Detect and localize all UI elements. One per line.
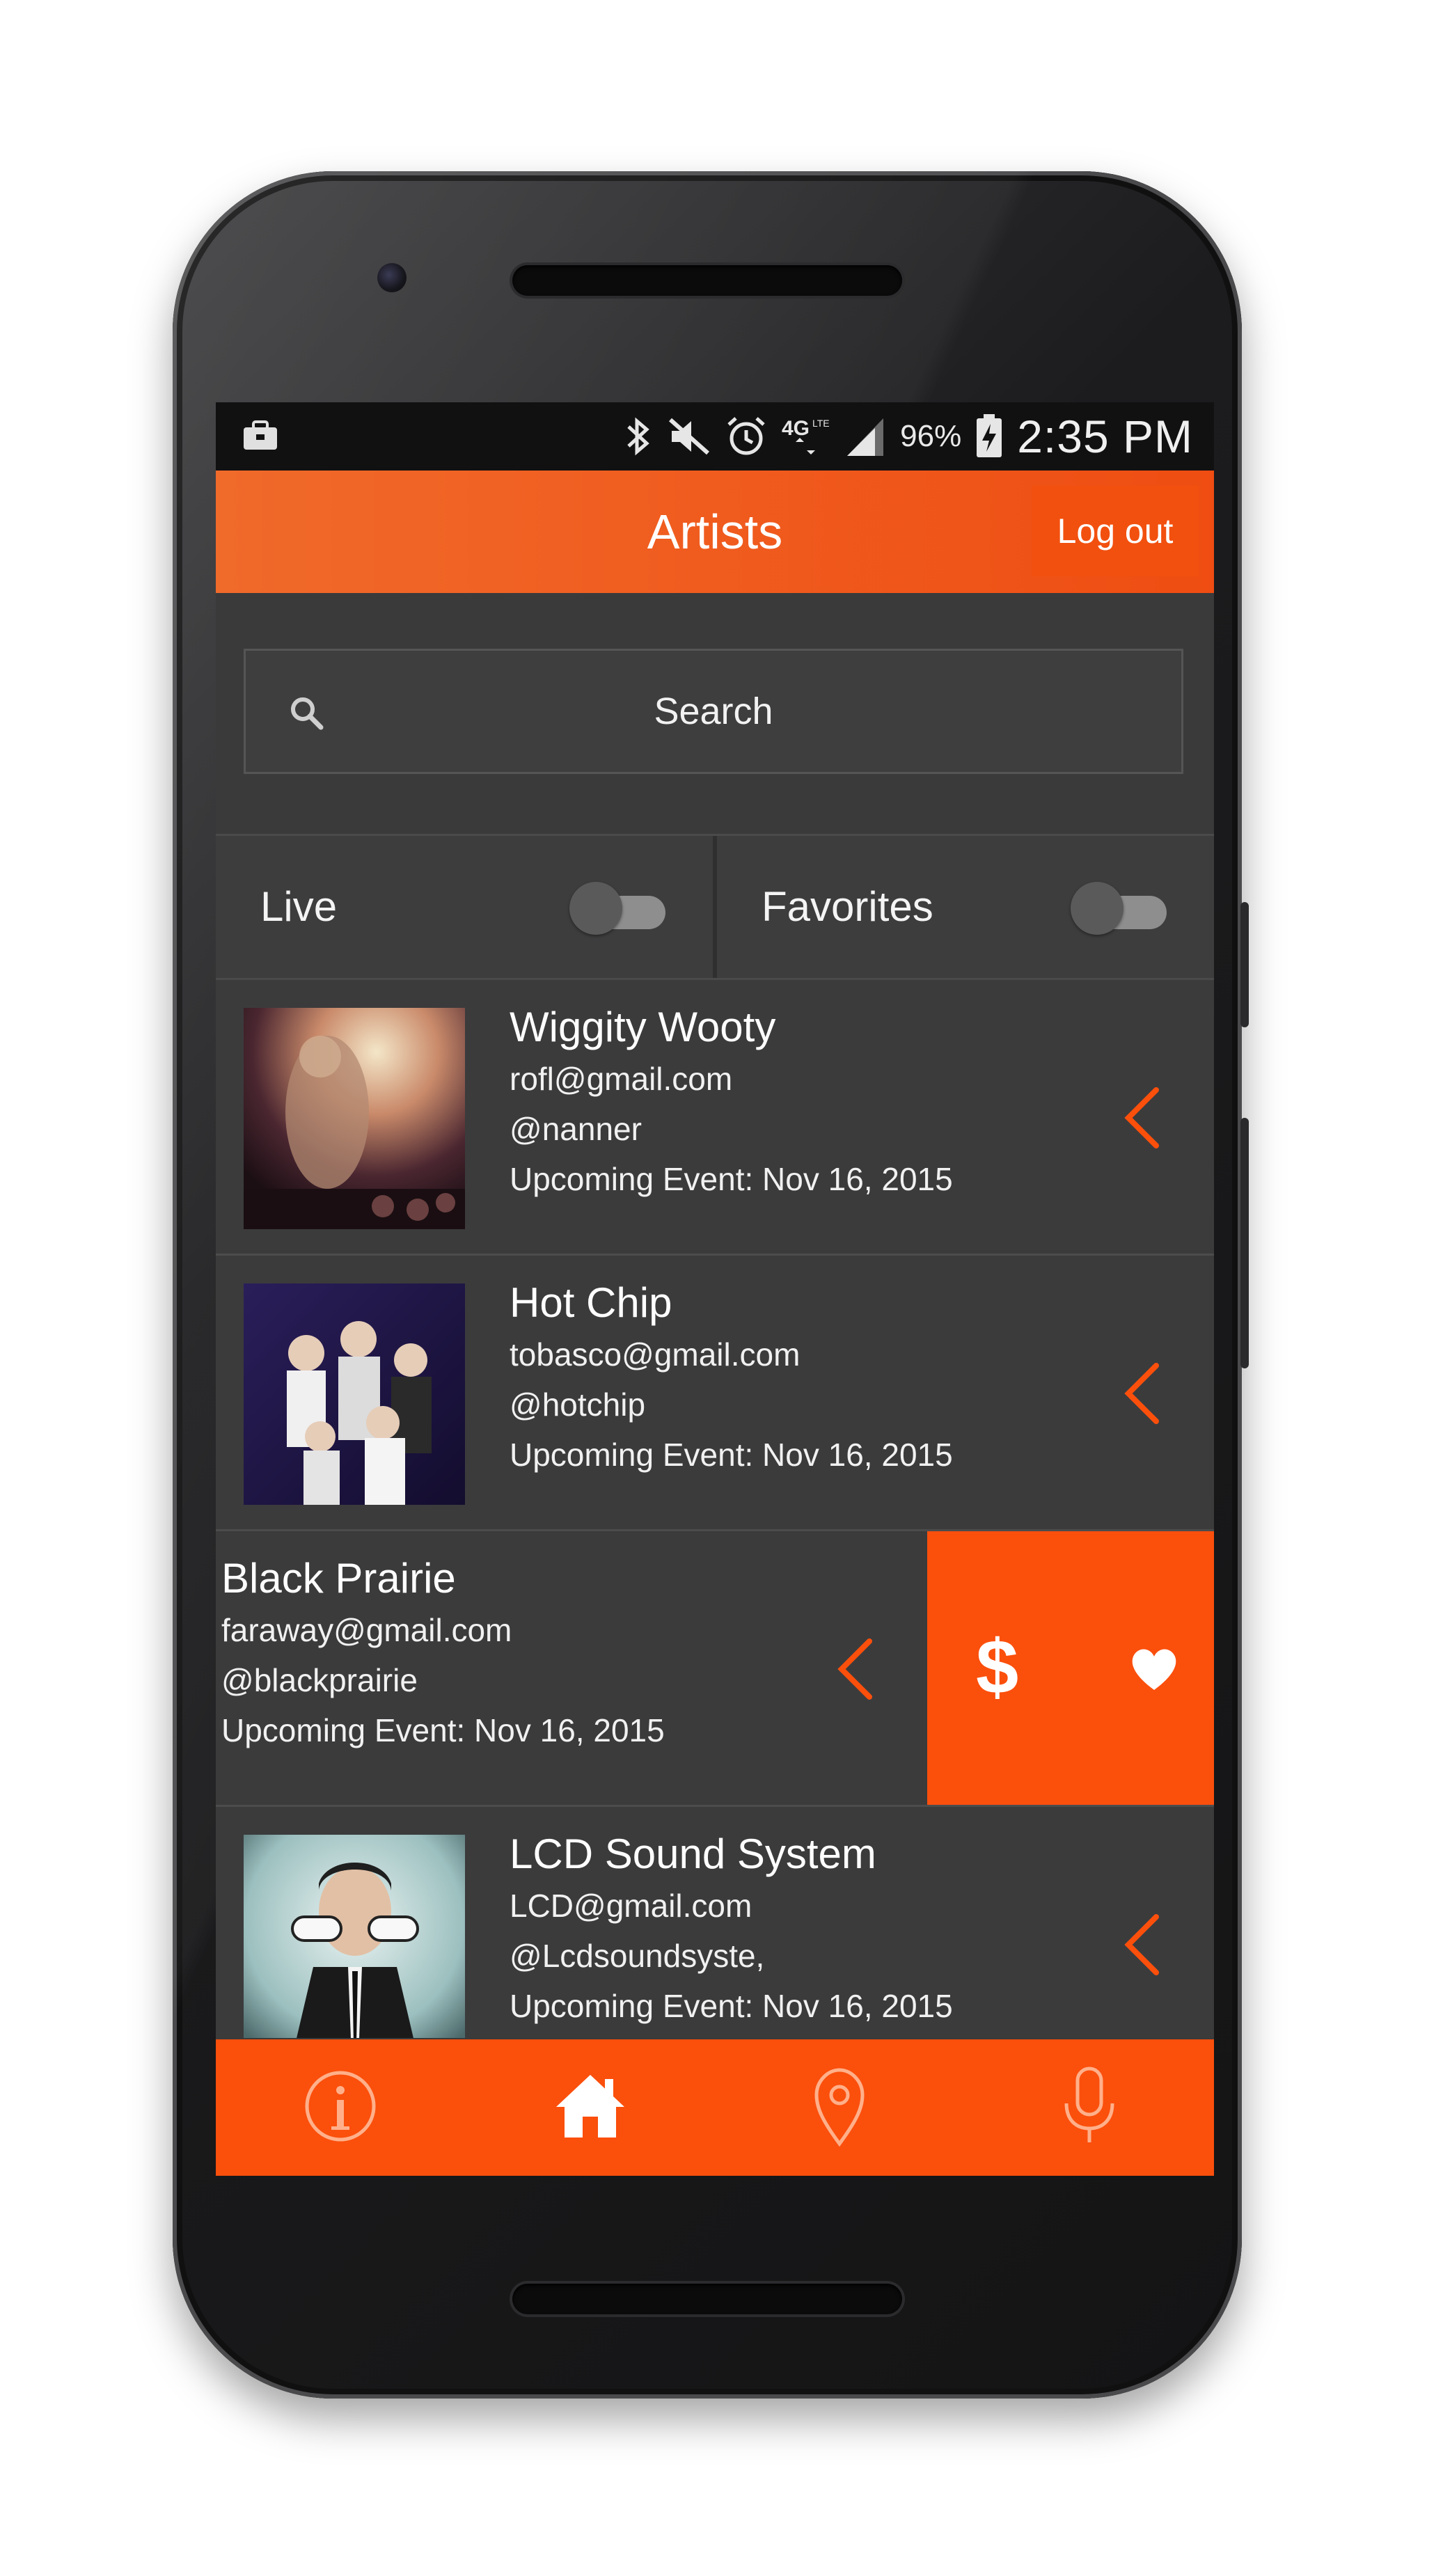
artist-name: Hot Chip <box>510 1279 672 1326</box>
artist-photo <box>244 1008 465 1229</box>
artist-row-swiped[interactable]: Black Prairie faraway@gmail.com @blackpr… <box>216 1531 1214 1807</box>
chevron-left-icon[interactable] <box>831 1634 880 1704</box>
nav-info[interactable] <box>216 2039 466 2176</box>
live-toggle[interactable] <box>569 882 667 935</box>
artist-handle: @blackprairie <box>221 1662 418 1698</box>
svg-text:4G: 4G <box>782 417 810 440</box>
artist-row[interactable]: LCD Sound System LCD@gmail.com @Lcdsound… <box>216 1807 1214 2038</box>
bottom-speaker <box>512 2284 902 2314</box>
row-actions: $ <box>927 1531 1214 1805</box>
artist-handle: @Lcdsoundsyste, <box>510 1938 765 1974</box>
chevron-left-icon[interactable] <box>1118 1910 1167 1980</box>
artist-event: Upcoming Event: Nov 16, 2015 <box>510 1437 953 1473</box>
live-toggle-knob <box>569 882 622 935</box>
status-bar: 4G LTE 96% 2:35 PM <box>216 402 1214 471</box>
artist-name: LCD Sound System <box>510 1831 876 1877</box>
artist-email: LCD@gmail.com <box>510 1888 752 1924</box>
app-screen: 4G LTE 96% 2:35 PM Artists Log out Searc… <box>216 402 1214 2176</box>
search-placeholder: Search <box>654 690 773 732</box>
info-icon <box>302 2068 379 2148</box>
svg-text:LTE: LTE <box>812 418 830 429</box>
artist-photo <box>244 1283 465 1505</box>
signal-icon <box>844 416 886 457</box>
network-4g-icon: 4G LTE <box>782 414 830 459</box>
logout-button[interactable]: Log out <box>1032 486 1199 576</box>
volume-button <box>1240 1118 1249 1368</box>
artist-email: rofl@gmail.com <box>510 1061 733 1097</box>
home-icon <box>552 2068 629 2148</box>
artist-event: Upcoming Event: Nov 16, 2015 <box>510 1988 953 2024</box>
artist-event: Upcoming Event: Nov 16, 2015 <box>510 1161 953 1197</box>
favorites-label: Favorites <box>762 883 933 930</box>
microphone-icon <box>1051 2064 1128 2151</box>
clock: 2:35 PM <box>1017 411 1193 462</box>
favorites-toggle-knob <box>1071 882 1123 935</box>
filter-bar: Live Favorites <box>216 834 1214 980</box>
battery-percent: 96% <box>900 419 962 453</box>
artist-list: Wiggity Wooty rofl@gmail.com @nanner Upc… <box>216 980 1214 2038</box>
artist-row[interactable]: Hot Chip tobasco@gmail.com @hotchip Upco… <box>216 1256 1214 1531</box>
top-speaker <box>512 265 902 296</box>
artist-handle: @hotchip <box>510 1386 646 1423</box>
tip-button[interactable]: $ <box>966 1598 1105 1737</box>
alarm-icon <box>725 415 768 458</box>
artist-name: Black Prairie <box>221 1555 456 1602</box>
heart-icon[interactable] <box>1119 1633 1189 1702</box>
artist-name: Wiggity Wooty <box>510 1004 776 1050</box>
artist-email: faraway@gmail.com <box>221 1612 512 1648</box>
artist-handle: @nanner <box>510 1111 642 1147</box>
chevron-left-icon[interactable] <box>1118 1083 1167 1153</box>
map-pin-icon <box>801 2064 878 2151</box>
power-button <box>1240 902 1249 1027</box>
search-input[interactable]: Search <box>244 649 1183 774</box>
live-filter: Live <box>216 836 713 978</box>
bottom-nav <box>216 2039 1214 2176</box>
artist-photo <box>244 1835 465 2038</box>
app-header: Artists Log out <box>216 471 1214 593</box>
battery-charging-icon <box>975 414 1003 459</box>
chevron-left-icon[interactable] <box>1118 1359 1167 1428</box>
front-camera <box>377 263 407 292</box>
favorites-toggle[interactable] <box>1071 882 1168 935</box>
nav-map[interactable] <box>715 2039 965 2176</box>
live-label: Live <box>260 883 338 930</box>
artist-event: Upcoming Event: Nov 16, 2015 <box>221 1712 665 1748</box>
artist-row[interactable]: Wiggity Wooty rofl@gmail.com @nanner Upc… <box>216 980 1214 1256</box>
bluetooth-icon <box>623 416 654 457</box>
nav-microphone[interactable] <box>965 2039 1215 2176</box>
favorites-filter: Favorites <box>713 836 1214 978</box>
briefcase-icon <box>241 420 280 452</box>
artist-email: tobasco@gmail.com <box>510 1336 801 1373</box>
nav-home[interactable] <box>466 2039 716 2176</box>
mute-icon <box>668 416 711 457</box>
